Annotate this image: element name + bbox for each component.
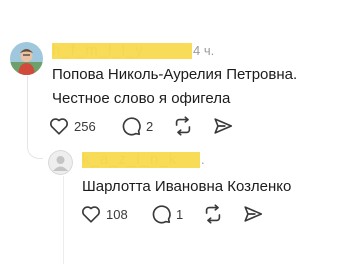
reply-connector-line	[27, 131, 43, 159]
share-button[interactable]	[212, 114, 234, 138]
username[interactable]: k_a_z_l_n_k	[82, 151, 200, 168]
share-icon	[214, 118, 233, 134]
default-avatar-icon	[48, 150, 73, 175]
heart-icon	[82, 206, 100, 223]
share-icon	[244, 206, 263, 222]
avatar[interactable]	[48, 150, 73, 175]
like-count: 108	[106, 206, 128, 222]
repost-icon	[175, 116, 191, 136]
avatar[interactable]	[10, 42, 43, 75]
redaction-highlight	[52, 42, 192, 59]
redaction-highlight	[82, 151, 200, 168]
repost-icon	[205, 204, 221, 224]
comment-icon	[122, 117, 141, 136]
comment-actions: 256 2	[48, 114, 234, 138]
comment-icon	[152, 205, 171, 224]
reply-count: 1	[176, 206, 184, 222]
timestamp: 4 ч.	[193, 42, 215, 58]
username-row: h_f_m_l_l_y 4 ч.	[52, 41, 214, 59]
reply-button[interactable]: 1	[150, 202, 202, 226]
share-button[interactable]	[242, 202, 264, 226]
thread-line	[27, 76, 28, 131]
username[interactable]: h_f_m_l_l_y	[52, 42, 192, 59]
timestamp: .	[201, 151, 205, 167]
like-button[interactable]: 108	[80, 202, 150, 226]
comment-text-line: Попова Николь-Аурелия Петровна.	[52, 66, 298, 83]
heart-icon	[50, 118, 68, 135]
like-button[interactable]: 256	[48, 114, 120, 138]
repost-button[interactable]	[172, 114, 212, 138]
avatar-icon	[10, 42, 43, 75]
like-count: 256	[74, 118, 96, 134]
username-row: k_a_z_l_n_k .	[82, 150, 205, 168]
reply-count: 2	[146, 118, 154, 134]
repost-button[interactable]	[202, 202, 242, 226]
comment-text: Попова Николь-Аурелия Петровна. Честное …	[52, 63, 297, 111]
comment-actions: 108 1	[80, 202, 264, 226]
comment-text: Шарлотта Ивановна Козленко	[82, 178, 292, 195]
reply-thread-line	[63, 176, 64, 264]
reply-button[interactable]: 2	[120, 114, 172, 138]
comment-text-line: Честное слово я офигела	[52, 90, 231, 107]
